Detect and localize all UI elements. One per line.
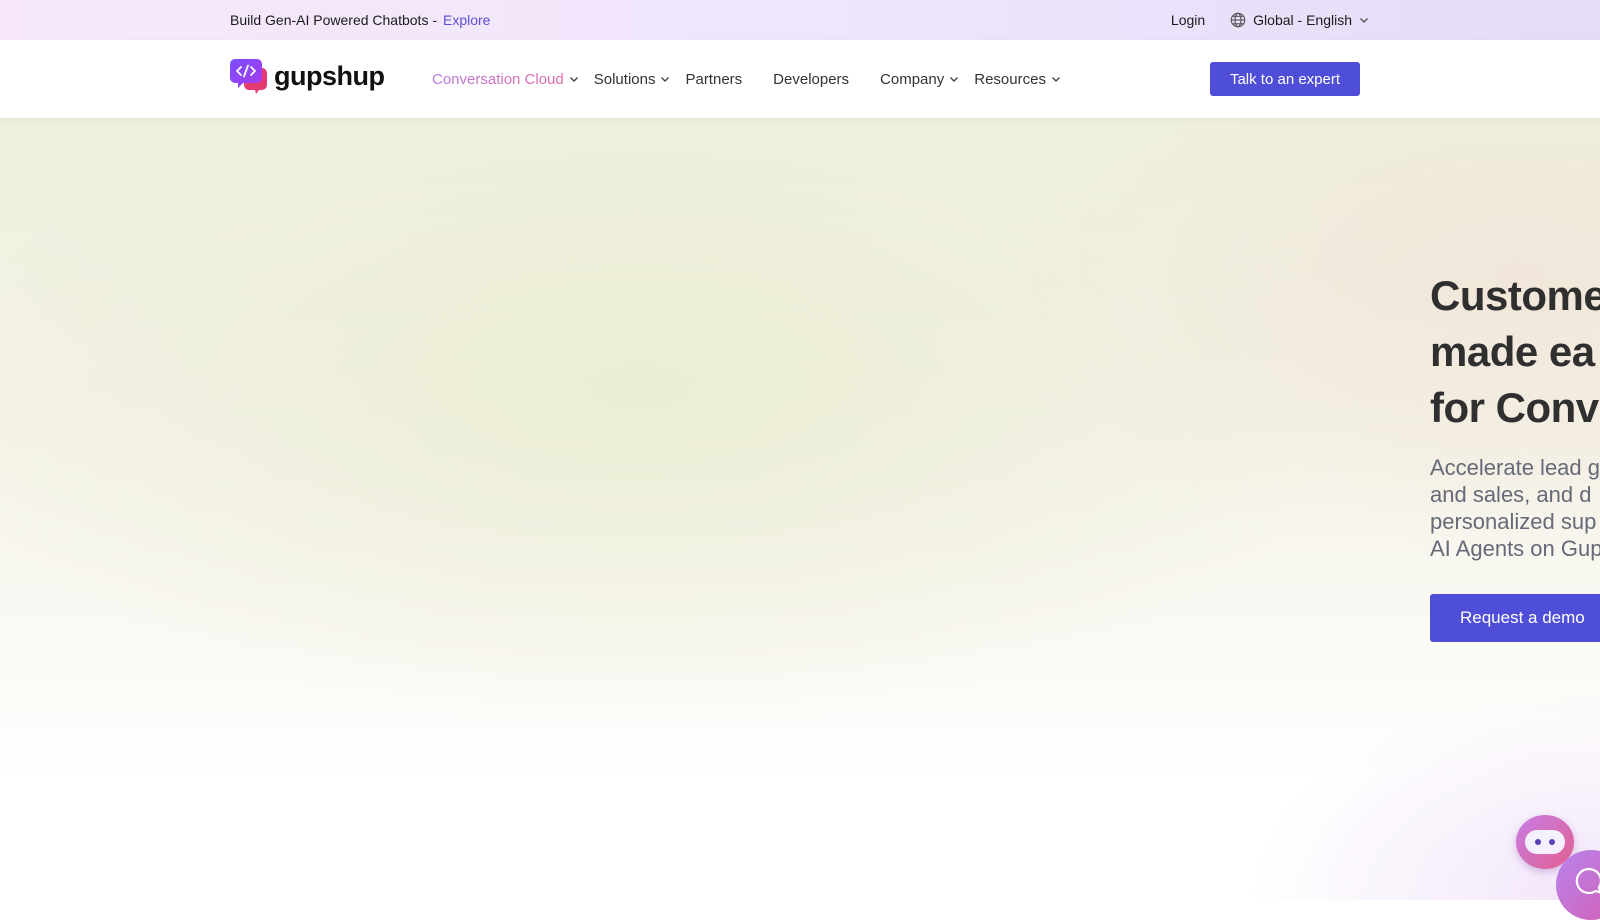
nav-item-resources[interactable]: Resources [974,71,1062,88]
nav-item-conversation-cloud[interactable]: Conversation Cloud [432,71,580,88]
nav-item-label: Developers [773,70,850,88]
globe-icon [1230,12,1246,28]
hero-heading-line: Custome [1430,272,1600,319]
request-demo-button[interactable]: Request a demo [1430,594,1600,642]
nav-item-label: Solutions [593,70,656,88]
talk-to-expert-button[interactable]: Talk to an expert [1210,62,1360,96]
explore-link[interactable]: Explore [443,12,490,28]
hero-subtext-line: AI Agents on Gup [1430,536,1600,561]
nav-item-partners[interactable]: Partners [685,71,742,88]
nav-item-company[interactable]: Company [880,71,960,88]
language-selector[interactable]: Global - English [1229,11,1370,29]
chevron-down-icon [1051,77,1060,82]
nav-item-developers[interactable]: Developers [773,71,849,88]
chevron-down-icon [569,77,578,82]
hero-subtext-line: personalized sup [1430,509,1597,534]
nav-item-solutions[interactable]: Solutions [594,71,672,88]
main-nav: gupshup Conversation Cloud Solutions Par… [0,40,1600,118]
bot-eye [1549,839,1555,845]
nav-item-label: Company [880,70,945,88]
promo-text: Build Gen-AI Powered Chatbots - [230,12,437,28]
chevron-down-icon [950,77,959,82]
announcement-actions: Login Global - English [1171,0,1370,40]
nav-item-label: Conversation Cloud [432,70,564,88]
nav-menu: Conversation Cloud Solutions Partners De… [432,40,1076,118]
bot-eye [1535,839,1541,845]
nav-item-label: Resources [974,70,1046,88]
login-link[interactable]: Login [1171,12,1205,28]
code-chat-bubble-icon [230,59,267,94]
hero-heading-line: for Conve [1430,384,1600,431]
hero-subtext-line: and sales, and d [1430,482,1592,507]
chatbot-face-icon [1525,830,1565,854]
announcement-promo: Build Gen-AI Powered Chatbots - Explore [230,0,490,40]
nav-item-label: Partners [685,70,743,88]
logo[interactable]: gupshup [230,58,385,94]
language-label: Global - English [1253,12,1352,28]
hero-subtext-line: Accelerate lead g [1430,455,1600,480]
hero-section: Custome made ea for Conve Accelerate lea… [0,118,1600,900]
hero-heading: Custome made ea for Conve [1430,268,1600,436]
chat-bubble-icon [1575,867,1600,895]
chevron-down-icon [661,77,670,82]
announcement-bar: Build Gen-AI Powered Chatbots - Explore … [0,0,1600,40]
hero-heading-line: made ea [1430,328,1595,375]
logo-wordmark: gupshup [274,60,385,91]
chevron-down-icon [1360,18,1368,23]
hero-subtext: Accelerate lead g and sales, and d perso… [1430,454,1600,562]
